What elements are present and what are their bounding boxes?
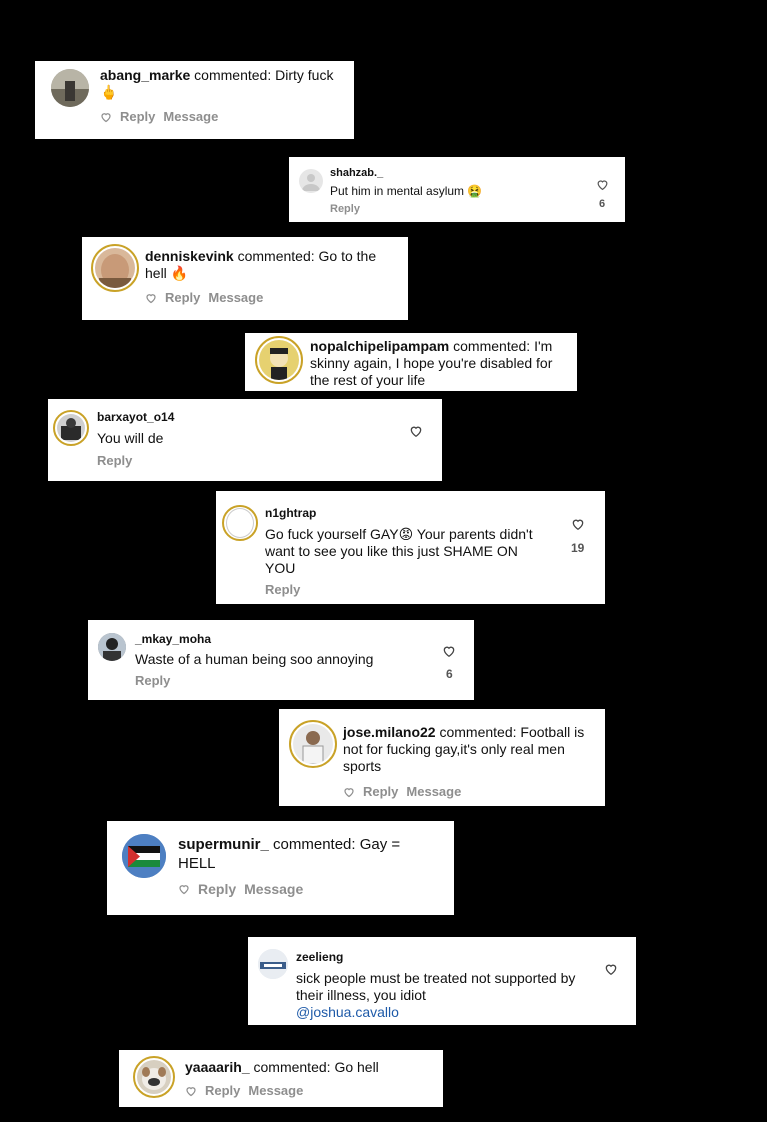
comment-actions: Reply Message	[185, 1083, 303, 1098]
like-count: 6	[599, 198, 606, 210]
message-button[interactable]: Message	[406, 784, 461, 799]
comment-card: shahzab._ Put him in mental asylum 🤮 Rep…	[289, 157, 625, 222]
heart-icon[interactable]	[604, 962, 618, 976]
avatar[interactable]	[289, 720, 337, 768]
comment-text: abang_marke commented: Dirty fuck 🖕	[100, 67, 334, 100]
heart-icon[interactable]	[178, 883, 190, 895]
comment-actions: Reply	[265, 582, 300, 597]
avatar[interactable]	[222, 505, 258, 541]
avatar[interactable]	[53, 410, 89, 446]
message-button[interactable]: Message	[163, 109, 218, 124]
comment-text: supermunir_ commented: Gay = HELL	[178, 836, 401, 872]
username[interactable]: barxayot_o14	[97, 409, 397, 426]
avatar[interactable]	[255, 336, 303, 384]
username[interactable]: abang_marke	[100, 67, 190, 83]
comment-card: zeelieng sick people must be treated not…	[248, 937, 636, 1025]
username[interactable]: nopalchipelipampam	[310, 338, 449, 354]
heart-icon[interactable]	[185, 1085, 197, 1097]
avatar[interactable]	[133, 1056, 175, 1098]
comment-actions: Reply Message	[343, 784, 461, 799]
avatar[interactable]	[258, 949, 288, 979]
comment-text: _mkay_moha Waste of a human being soo an…	[135, 631, 435, 668]
comment-card: abang_marke commented: Dirty fuck 🖕 Repl…	[35, 61, 354, 139]
comment-text: barxayot_o14 You will de	[97, 409, 397, 447]
username[interactable]: yaaaarih_	[185, 1059, 250, 1075]
comment-text: jose.milano22 commented: Football is not…	[343, 724, 585, 774]
reply-button[interactable]: Reply	[363, 784, 398, 799]
like-count: 6	[446, 667, 453, 681]
avatar[interactable]	[299, 169, 323, 193]
heart-icon[interactable]	[596, 178, 609, 191]
username[interactable]: supermunir_	[178, 836, 269, 853]
comment-card: denniskevink commented: Go to the hell 🔥…	[82, 237, 408, 320]
username[interactable]: denniskevink	[145, 248, 234, 264]
reply-button[interactable]: Reply	[120, 109, 155, 124]
reply-button[interactable]: Reply	[135, 673, 170, 688]
username[interactable]: jose.milano22	[343, 724, 436, 740]
reply-button[interactable]: Reply	[198, 881, 236, 897]
mention-link[interactable]: @joshua.cavallo	[296, 1004, 596, 1021]
comment-text: yaaaarih_ commented: Go hell	[185, 1059, 379, 1075]
comment-card: jose.milano22 commented: Football is not…	[279, 709, 605, 806]
username[interactable]: shahzab._	[330, 166, 580, 181]
comment-card: yaaaarih_ commented: Go hell Reply Messa…	[119, 1050, 443, 1107]
comment-text: zeelieng sick people must be treated not…	[296, 949, 596, 1021]
comment-actions: Reply Message	[100, 109, 218, 124]
comment-actions: Reply	[135, 673, 170, 688]
avatar[interactable]	[91, 244, 139, 292]
comment-card: supermunir_ commented: Gay = HELL Reply …	[107, 821, 454, 915]
message-button[interactable]: Message	[208, 290, 263, 305]
comment-actions: Reply Message	[178, 881, 303, 897]
avatar[interactable]	[98, 633, 126, 661]
reply-button[interactable]: Reply	[330, 203, 360, 215]
comment-text: shahzab._ Put him in mental asylum 🤮	[330, 166, 580, 199]
comment-actions: Reply	[97, 453, 132, 468]
username[interactable]: n1ghtrap	[265, 505, 535, 522]
like-count: 19	[571, 541, 585, 555]
comment-card: n1ghtrap Go fuck yourself GAY😡 Your pare…	[216, 491, 605, 604]
comment-card: barxayot_o14 You will de Reply	[48, 399, 442, 481]
comment-actions: Reply Message	[145, 290, 263, 305]
comment-text: nopalchipelipampam commented: I'm skinny…	[310, 338, 553, 388]
message-button[interactable]: Message	[244, 881, 303, 897]
comment-card: nopalchipelipampam commented: I'm skinny…	[245, 333, 577, 391]
heart-icon[interactable]	[571, 517, 585, 531]
heart-icon[interactable]	[409, 424, 423, 438]
heart-icon[interactable]	[343, 786, 355, 798]
reply-button[interactable]: Reply	[165, 290, 200, 305]
comment-text: n1ghtrap Go fuck yourself GAY😡 Your pare…	[265, 505, 535, 577]
comment-card: _mkay_moha Waste of a human being soo an…	[88, 620, 474, 700]
username[interactable]: zeelieng	[296, 949, 596, 966]
avatar[interactable]	[51, 69, 89, 107]
heart-icon[interactable]	[100, 111, 112, 123]
avatar[interactable]	[122, 834, 166, 878]
reply-button[interactable]: Reply	[97, 453, 132, 468]
reply-button[interactable]: Reply	[265, 582, 300, 597]
reply-button[interactable]: Reply	[205, 1083, 240, 1098]
comment-actions: Reply	[330, 203, 360, 215]
username[interactable]: _mkay_moha	[135, 631, 435, 648]
heart-icon[interactable]	[145, 292, 157, 304]
message-button[interactable]: Message	[248, 1083, 303, 1098]
heart-icon[interactable]	[442, 644, 456, 658]
comment-text: denniskevink commented: Go to the hell 🔥	[145, 248, 377, 281]
